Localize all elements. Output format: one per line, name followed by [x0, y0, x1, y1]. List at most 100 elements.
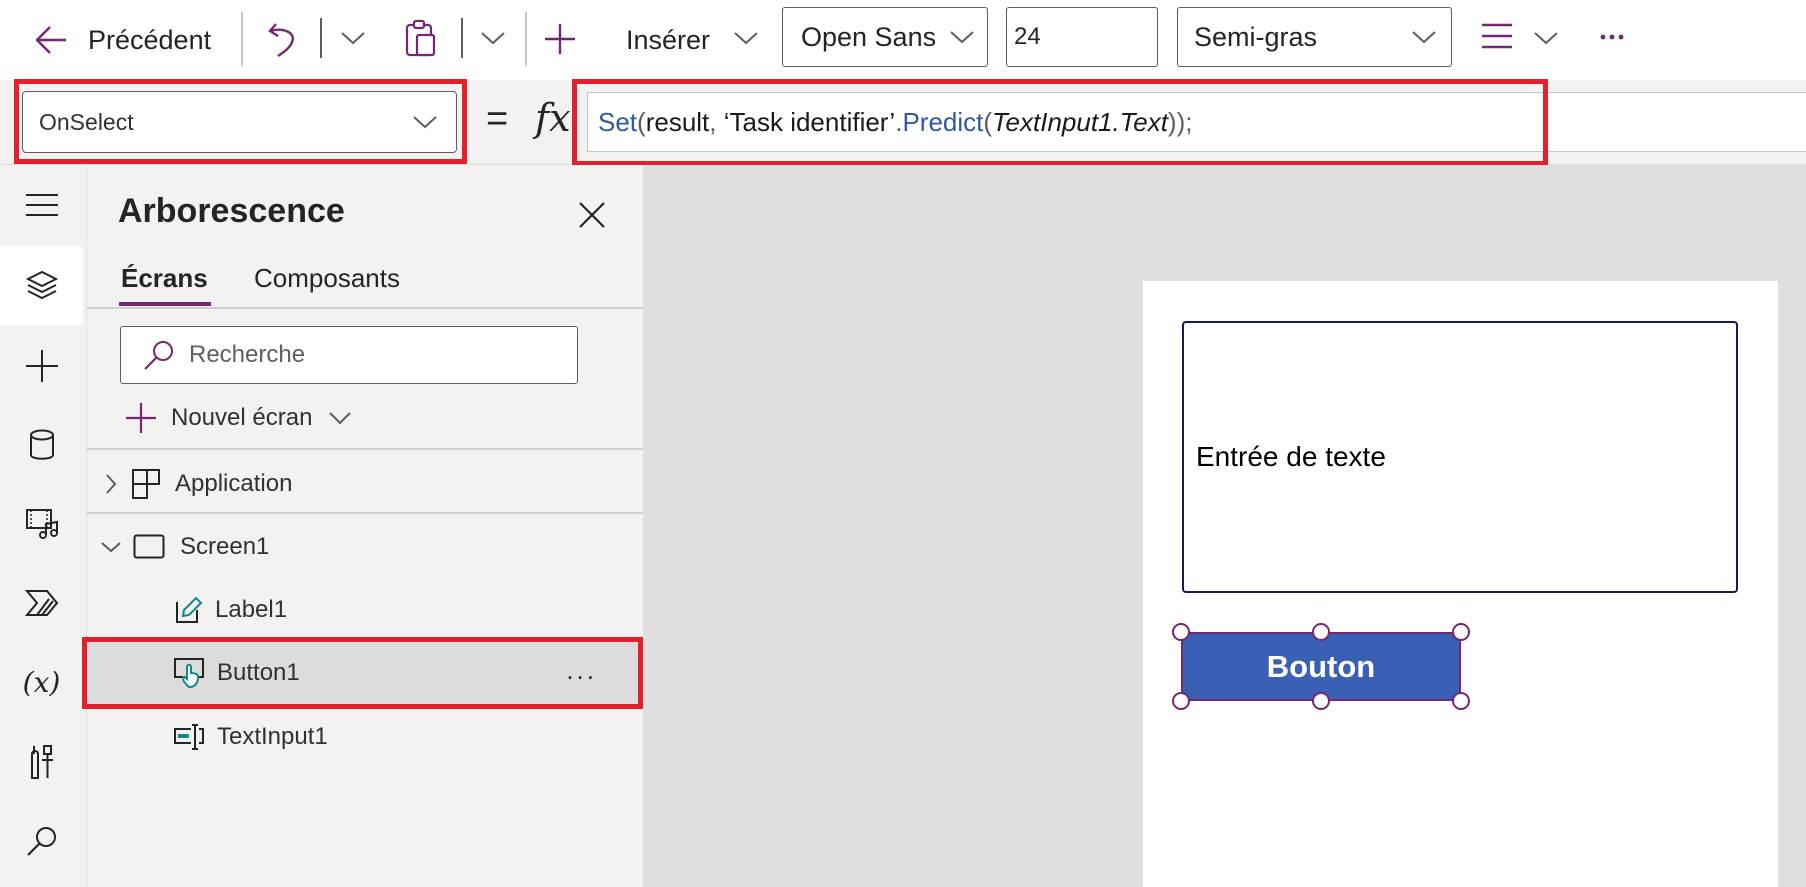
- resize-handle-top-right[interactable]: [1452, 623, 1470, 641]
- formula-input[interactable]: Set(result, ‘Task identifier’.Predict(Te…: [587, 92, 1806, 152]
- tree-view-panel: Arborescence Écrans Composants Recherche…: [87, 165, 643, 887]
- formula-token: result: [645, 106, 710, 137]
- left-rail: (x): [0, 165, 87, 887]
- label-edit-icon: [175, 596, 203, 624]
- rail-data[interactable]: [0, 405, 83, 484]
- tree-item-label: TextInput1: [217, 722, 328, 750]
- back-label: Précédent: [88, 25, 212, 55]
- divider: [87, 307, 643, 309]
- insert-label: Insérer: [626, 25, 711, 55]
- font-family-value: Open Sans: [801, 21, 937, 52]
- power-automate-icon: [24, 589, 59, 617]
- button-touch-icon: [173, 657, 205, 689]
- formula-token: TextInput1.Text: [992, 106, 1168, 137]
- rail-menu[interactable]: [0, 165, 83, 245]
- app-grid-icon: [131, 468, 161, 500]
- formula-token: ,: [709, 106, 724, 137]
- property-value: OnSelect: [39, 108, 134, 135]
- variables-icon: (x): [22, 666, 61, 699]
- screen-icon: [133, 534, 165, 560]
- tools-icon: [29, 744, 55, 780]
- chevron-down-icon: [1411, 29, 1437, 45]
- undo-chevron-down-icon[interactable]: [340, 30, 366, 46]
- formula-token: Set: [598, 106, 638, 137]
- tree-item-label1[interactable]: Label1: [87, 578, 643, 641]
- tree-item-label: Screen1: [180, 532, 270, 560]
- close-icon[interactable]: [577, 200, 607, 230]
- formula-text: Set(result, ‘Task identifier’.Predict(Te…: [598, 107, 1192, 138]
- chevron-down-icon[interactable]: [100, 541, 122, 553]
- database-icon: [29, 429, 55, 461]
- canvas-button[interactable]: Bouton: [1181, 632, 1461, 701]
- design-canvas[interactable]: Entrée de texte Bouton: [643, 165, 1806, 887]
- media-icon: [25, 508, 59, 540]
- tab-components[interactable]: Composants: [254, 263, 400, 294]
- insert-chevron-down-icon: [733, 30, 759, 46]
- formula-token: (: [983, 106, 993, 137]
- resize-handle-bottom-right[interactable]: [1452, 692, 1470, 710]
- command-bar: Précédent Insérer Open Sans 24 Semi-gras: [0, 0, 1806, 80]
- tree-item-application[interactable]: Application: [87, 452, 643, 515]
- align-chevron-down-icon[interactable]: [1533, 30, 1559, 46]
- panel-title: Arborescence: [118, 192, 345, 230]
- insert-button[interactable]: Insérer: [543, 0, 763, 80]
- resize-handle-top-left[interactable]: [1172, 623, 1190, 641]
- chevron-down-icon: [412, 114, 438, 130]
- divider: [87, 448, 643, 450]
- font-weight-dropdown[interactable]: Semi-gras: [1177, 7, 1452, 67]
- rail-search[interactable]: [0, 801, 83, 880]
- rail-advanced-tools[interactable]: [0, 722, 83, 801]
- more-ellipsis-icon[interactable]: [1600, 32, 1624, 42]
- back-button[interactable]: Précédent: [30, 0, 220, 80]
- more-options-button[interactable]: ...: [566, 655, 597, 685]
- plus-icon: [543, 22, 577, 56]
- font-size-input[interactable]: 24: [1006, 7, 1158, 67]
- formula-token: Predict: [902, 106, 984, 137]
- canvas-text-input[interactable]: Entrée de texte: [1182, 321, 1738, 593]
- font-weight-value: Semi-gras: [1194, 21, 1318, 52]
- resize-handle-bottom-left[interactable]: [1172, 692, 1190, 710]
- resize-handle-bottom-center[interactable]: [1312, 692, 1330, 710]
- align-lines-icon[interactable]: [1481, 22, 1513, 52]
- tree-item-label: Button1: [217, 658, 300, 686]
- layers-icon: [25, 270, 59, 302]
- tree-item-button1[interactable]: Button1 ...: [87, 641, 643, 704]
- button-label: Bouton: [1266, 648, 1376, 684]
- fx-icon[interactable]: fx: [535, 96, 571, 140]
- divider: [87, 512, 643, 514]
- search-icon: [143, 339, 175, 371]
- rail-tree-view[interactable]: [0, 246, 83, 325]
- app-screen[interactable]: Entrée de texte Bouton: [1143, 281, 1778, 887]
- plus-icon: [25, 349, 59, 383]
- fx-label: fx: [535, 96, 571, 140]
- tree-item-screen1[interactable]: Screen1: [87, 515, 643, 578]
- rail-power-automate[interactable]: [0, 563, 83, 642]
- clipboard-icon[interactable]: [405, 19, 437, 57]
- font-size-value: 24: [1014, 23, 1041, 50]
- tree-item-label: Application: [175, 469, 293, 497]
- hamburger-icon: [25, 193, 59, 217]
- rail-insert[interactable]: [0, 326, 83, 405]
- formula-token: ‘Task identifier’: [723, 106, 896, 137]
- formula-token: ));: [1167, 106, 1193, 137]
- chevron-right-icon[interactable]: [105, 473, 117, 495]
- property-dropdown[interactable]: OnSelect: [22, 91, 457, 153]
- rail-variables[interactable]: (x): [0, 643, 83, 722]
- toolbar-separator: [525, 12, 527, 66]
- text-input-value: Entrée de texte: [1196, 441, 1386, 472]
- chevron-down-icon: [949, 29, 975, 45]
- tree-item-label: Label1: [215, 595, 288, 623]
- tab-screens[interactable]: Écrans: [121, 263, 208, 294]
- font-family-dropdown[interactable]: Open Sans: [782, 7, 988, 67]
- formula-token: (: [637, 106, 646, 137]
- tree-item-textinput1[interactable]: TextInput1: [87, 705, 643, 768]
- text-input-icon: [173, 723, 205, 751]
- search-icon: [26, 825, 58, 857]
- tree-search-input[interactable]: Recherche: [120, 326, 578, 384]
- equals-sign: =: [486, 98, 509, 140]
- undo-icon[interactable]: [266, 21, 300, 57]
- new-screen-button[interactable]: Nouvel écran: [125, 398, 352, 438]
- paste-chevron-down-icon[interactable]: [480, 30, 506, 46]
- resize-handle-top-center[interactable]: [1312, 623, 1330, 641]
- rail-media[interactable]: [0, 484, 83, 563]
